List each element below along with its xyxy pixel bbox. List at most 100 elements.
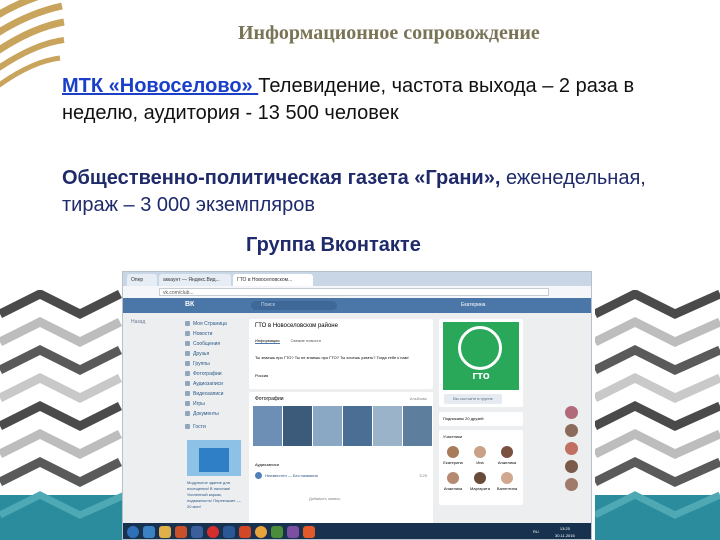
gto-emblem-circle [458,326,502,370]
vk-logo[interactable]: ВК [185,301,194,308]
avatar[interactable] [565,424,578,437]
vk-screenshot: Опер аккаунт — Яндекс.Вид... ГТО в Новос… [122,271,592,540]
menu-item[interactable]: Аудиозаписи [185,379,247,389]
avatar[interactable] [474,472,486,484]
avatar[interactable] [501,472,513,484]
system-clock[interactable]: 13:25 30.11.2016 [555,525,575,539]
opera-icon[interactable] [207,526,219,538]
members-label[interactable]: Участники [443,434,462,439]
photo-thumbnail[interactable] [373,406,402,446]
avatar[interactable] [565,442,578,455]
friends-label[interactable]: Подписаны 20 друзей [443,416,484,421]
tv-channel-link[interactable]: МТК «Новоселово» [62,75,258,97]
photo-thumbnail[interactable] [313,406,342,446]
member-name[interactable]: Анжелика [496,460,518,465]
vk-group-caption: Группа Вконтакте [246,234,421,256]
word-icon[interactable] [223,526,235,538]
app-icon[interactable] [271,526,283,538]
gold-arc-decoration [0,0,65,88]
group-location: Россия [255,373,269,378]
left-chevron-pattern [0,290,125,540]
menu-item[interactable]: Друзья [185,349,247,359]
menu-icon [185,381,190,387]
photo-thumbnail[interactable] [403,406,432,446]
menu-icon [185,361,190,367]
group-description: Ты знаешь про ГТО? Ты не знаешь про ГТО?… [255,355,409,360]
app-icon[interactable] [287,526,299,538]
back-link[interactable]: Назад [131,319,145,325]
browser-tab[interactable]: Опер [127,274,157,286]
menu-icon [185,331,190,337]
tab-info[interactable]: Информация [255,338,280,344]
vk-search-input[interactable]: Поиск [251,301,337,310]
menu-icon [185,341,190,347]
browser-tab[interactable]: аккаунт — Яндекс.Вид... [159,274,231,286]
photos-label[interactable]: Фотографии [255,396,284,402]
avatar[interactable] [565,478,578,491]
menu-item[interactable]: Документы [185,409,247,419]
subscribe-button[interactable]: Вы состоите в группе [444,394,502,404]
group-info-card: ГТО в Новоселовском районе Информация Св… [249,319,433,389]
menu-icon [185,321,190,327]
menu-icon [185,371,190,377]
avatar[interactable] [474,446,486,458]
powerpoint-icon[interactable] [239,526,251,538]
menu-item[interactable]: Игры [185,399,247,409]
friends-card: Подписаны 20 друзей [439,412,523,426]
audio-track[interactable]: Неизвестен — Без названия [265,473,318,478]
avatar[interactable] [565,460,578,473]
avatar[interactable] [565,406,578,419]
albums-link[interactable]: Альбомы [410,396,427,401]
menu-icon [185,424,190,430]
newspaper-paragraph: Общественно-политическая газета «Грани»,… [62,165,702,219]
right-avatar-strip [561,402,583,512]
start-icon[interactable] [127,526,139,538]
menu-item[interactable]: Сообщения [185,339,247,349]
avatar[interactable] [501,446,513,458]
add-audio-button[interactable]: Добавить запись [309,496,340,501]
menu-item[interactable]: Фотографии [185,369,247,379]
ad-building-shape [199,448,229,472]
photo-thumbnail[interactable] [343,406,372,446]
menu-icon [185,351,190,357]
group-avatar-card: ГТО Вы состоите в группе [439,319,523,407]
firefox-icon[interactable] [303,526,315,538]
audio-label[interactable]: Аудиозаписи [255,462,279,467]
member-name[interactable]: Валентина [496,486,518,491]
menu-item[interactable]: Группы [185,359,247,369]
members-card: Участники Екатерина Ина Анжелика Анжелик… [439,430,523,505]
group-tabs: Информация Свежие новости [255,338,331,344]
ad-image[interactable] [187,440,241,476]
menu-item[interactable]: Моя Страница [185,319,247,329]
chrome-icon[interactable] [255,526,267,538]
ad-text[interactable]: Модульное здание для посещения! В наличи… [187,480,243,510]
member-name[interactable]: Ина [469,460,491,465]
menu-icon [185,401,190,407]
folder-icon[interactable] [159,526,171,538]
right-chevron-pattern [595,290,720,540]
menu-item[interactable]: Новости [185,329,247,339]
avatar[interactable] [447,472,459,484]
group-name: ГТО в Новоселовском районе [255,323,338,329]
media-icon[interactable] [175,526,187,538]
photo-thumbnail[interactable] [253,406,282,446]
member-name[interactable]: Маргарита [469,486,491,491]
avatar[interactable] [447,446,459,458]
gto-logo-text: ГТО [472,372,490,381]
menu-item[interactable]: Видеозаписи [185,389,247,399]
menu-item[interactable]: Гости [185,422,247,432]
language-indicator[interactable]: RU [533,529,539,534]
menu-icon [185,411,190,417]
gto-logo: ГТО [443,322,519,390]
browser-tab-active[interactable]: ГТО в Новоселовском... [233,274,313,286]
tab-news[interactable]: Свежие новости [291,338,321,343]
vk-header: ВК Поиск Екатерина [123,298,591,313]
app-icon[interactable] [191,526,203,538]
photo-thumbnail[interactable] [283,406,312,446]
play-icon[interactable] [255,472,262,479]
ie-icon[interactable] [143,526,155,538]
url-input[interactable]: vk.com/club... [159,288,549,296]
vk-user-name[interactable]: Екатерина [461,302,485,308]
member-name[interactable]: Екатерина [442,460,464,465]
member-name[interactable]: Анжелика [442,486,464,491]
